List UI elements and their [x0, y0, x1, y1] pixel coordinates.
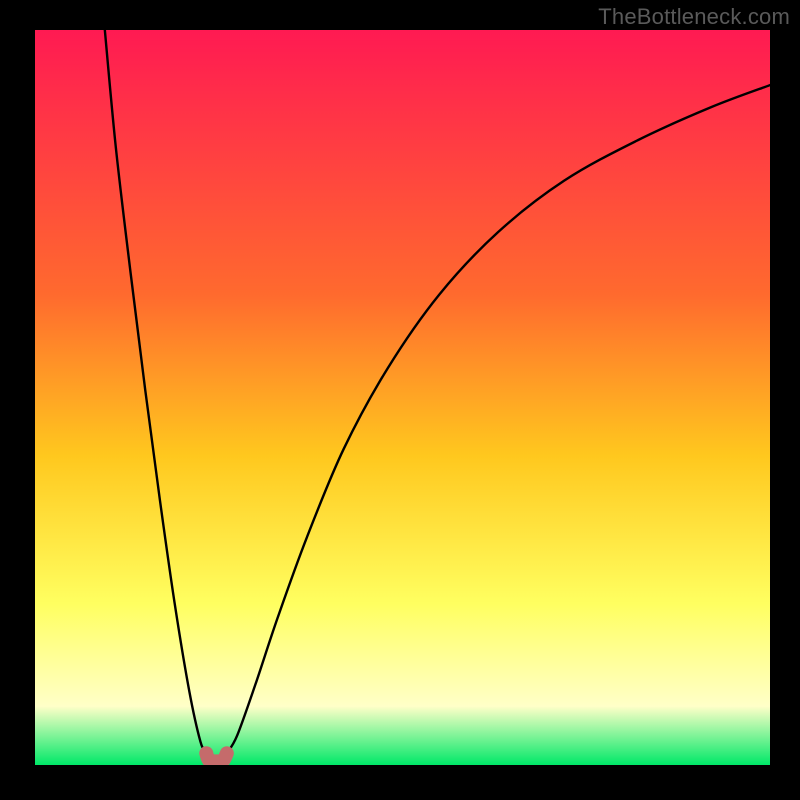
bottleneck-chart	[35, 30, 770, 765]
minimum-marker	[206, 753, 227, 761]
plot-area	[35, 30, 770, 765]
chart-frame: TheBottleneck.com	[0, 0, 800, 800]
watermark-text: TheBottleneck.com	[598, 4, 790, 30]
